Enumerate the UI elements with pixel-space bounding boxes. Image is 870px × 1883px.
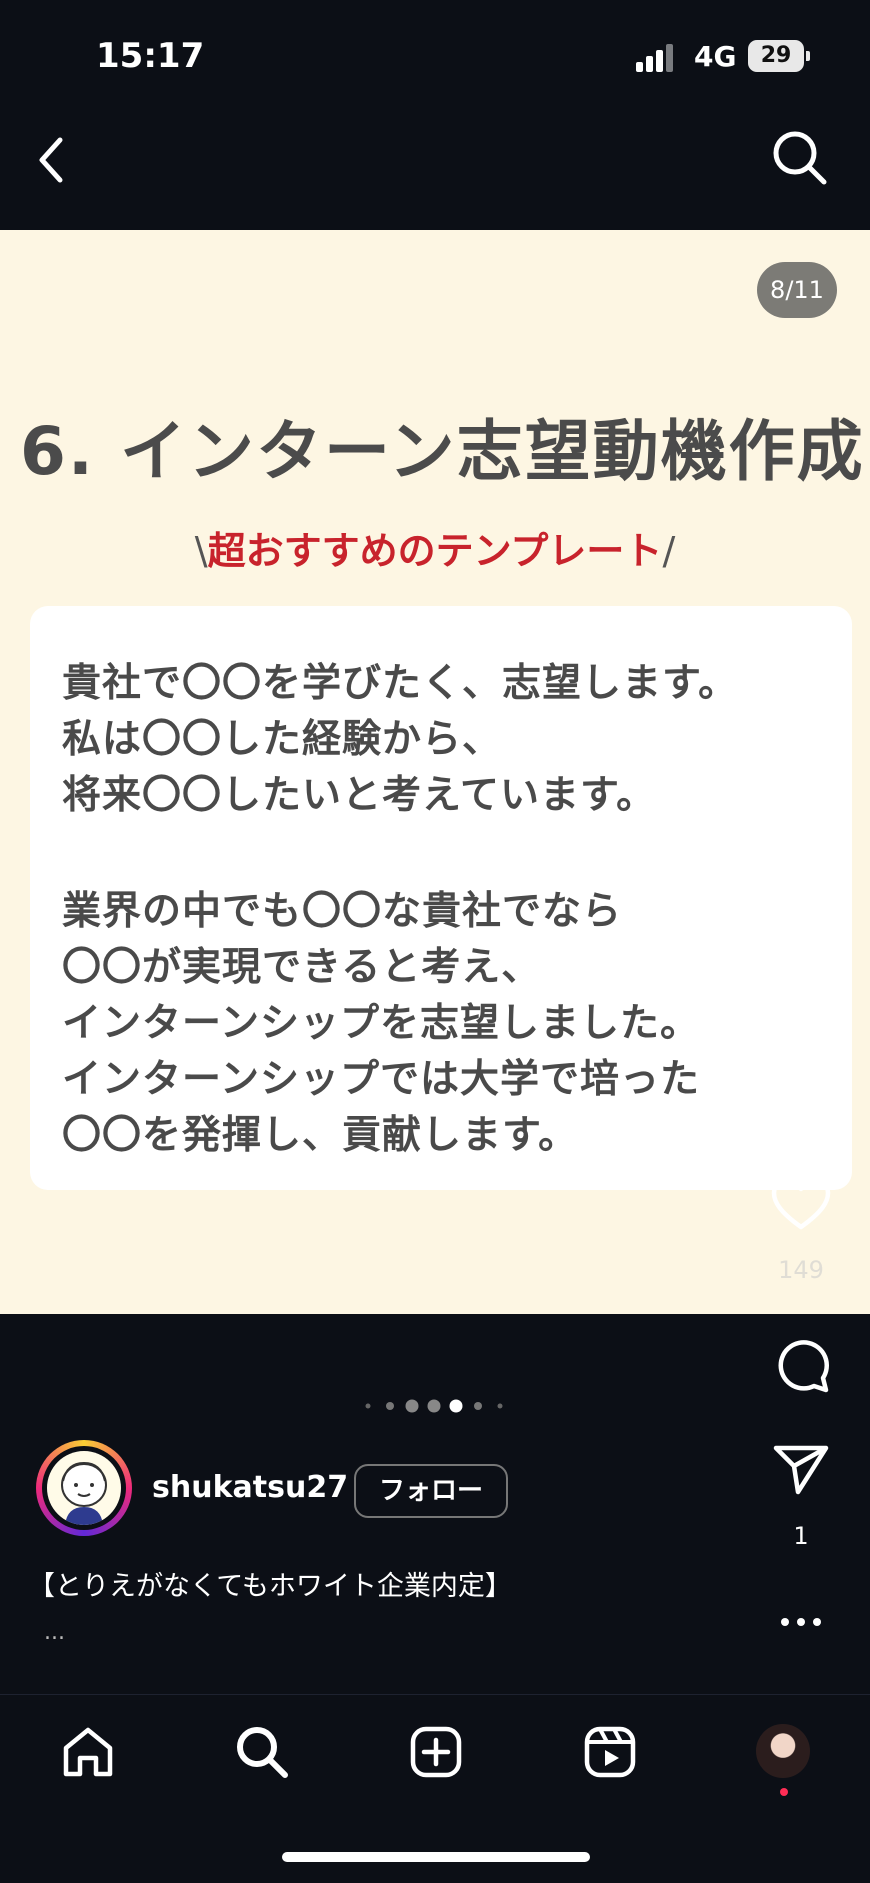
- signal-icon: [636, 44, 680, 72]
- comment-button[interactable]: [774, 1338, 830, 1394]
- template-line: 貴社で〇〇を学びたく、志望します。: [62, 661, 739, 706]
- carousel-dot: [386, 1402, 394, 1410]
- search-icon: [773, 131, 827, 185]
- template-line: インターンシップでは大学で培った: [62, 1057, 701, 1102]
- template-line: 将来〇〇したいと考えています。: [62, 773, 657, 818]
- template-line: 私は〇〇した経験から、: [62, 717, 503, 762]
- network-label: 4G: [694, 40, 737, 73]
- carousel-dot: [405, 1399, 419, 1413]
- reels-icon: [584, 1726, 636, 1778]
- status-time: 15:17: [96, 36, 205, 76]
- like-button[interactable]: [770, 1176, 832, 1232]
- post-title: 6. インターン志望動機作成: [20, 413, 865, 490]
- create-icon: [410, 1726, 462, 1778]
- like-count: 149: [778, 1256, 824, 1284]
- tab-create[interactable]: [408, 1724, 464, 1780]
- chevron-left-icon: [39, 137, 63, 183]
- home-icon: [63, 1727, 113, 1777]
- template-line: 〇〇が実現できると考え、: [62, 945, 542, 990]
- carousel-dot: [427, 1399, 441, 1413]
- carousel-dots: [365, 1399, 503, 1413]
- search-button[interactable]: [770, 128, 830, 188]
- heart-icon: [771, 1177, 831, 1230]
- home-indicator: [282, 1852, 590, 1862]
- carousel-dot: [474, 1402, 482, 1410]
- carousel-dot: [497, 1403, 503, 1409]
- tab-reels[interactable]: [582, 1724, 638, 1780]
- username[interactable]: shukatsu27: [152, 1470, 348, 1505]
- follow-button[interactable]: フォロー: [354, 1464, 508, 1518]
- tab-search[interactable]: [234, 1724, 290, 1780]
- more-options-button[interactable]: [780, 1614, 822, 1630]
- share-count: 1: [793, 1522, 809, 1550]
- template-line: 〇〇を発揮し、貢献します。: [62, 1113, 579, 1158]
- back-button[interactable]: [32, 132, 74, 188]
- carousel-dot: [365, 1403, 371, 1409]
- subtitle-text: 超おすすめのテンプレート: [207, 529, 663, 573]
- slide-counter: 8/11: [757, 262, 837, 318]
- tab-profile-avatar[interactable]: [756, 1724, 810, 1778]
- more-icon: [781, 1618, 821, 1626]
- caption-more[interactable]: ...: [44, 1620, 65, 1645]
- battery-tip: [806, 51, 810, 61]
- tab-home[interactable]: [60, 1724, 116, 1780]
- battery-icon: 29: [748, 40, 804, 72]
- share-button[interactable]: [772, 1442, 830, 1496]
- subtitle-left-mark: \: [194, 529, 208, 573]
- post-subtitle: \超おすすめのテンプレート/: [0, 520, 870, 575]
- comment-icon: [778, 1340, 829, 1393]
- send-icon: [773, 1445, 829, 1495]
- template-line: 業界の中でも〇〇な貴社でなら: [62, 889, 623, 934]
- subtitle-right-mark: /: [662, 529, 676, 573]
- search-icon: [237, 1727, 288, 1778]
- carousel-dot-active: [449, 1399, 463, 1413]
- avatar-illustration: [61, 1461, 107, 1525]
- notification-dot: [780, 1788, 788, 1796]
- template-line: インターンシップを志望しました。: [62, 1001, 701, 1046]
- avatar[interactable]: [47, 1451, 121, 1525]
- caption-text[interactable]: 【とりえがなくてもホワイト企業内定】: [28, 1564, 512, 1603]
